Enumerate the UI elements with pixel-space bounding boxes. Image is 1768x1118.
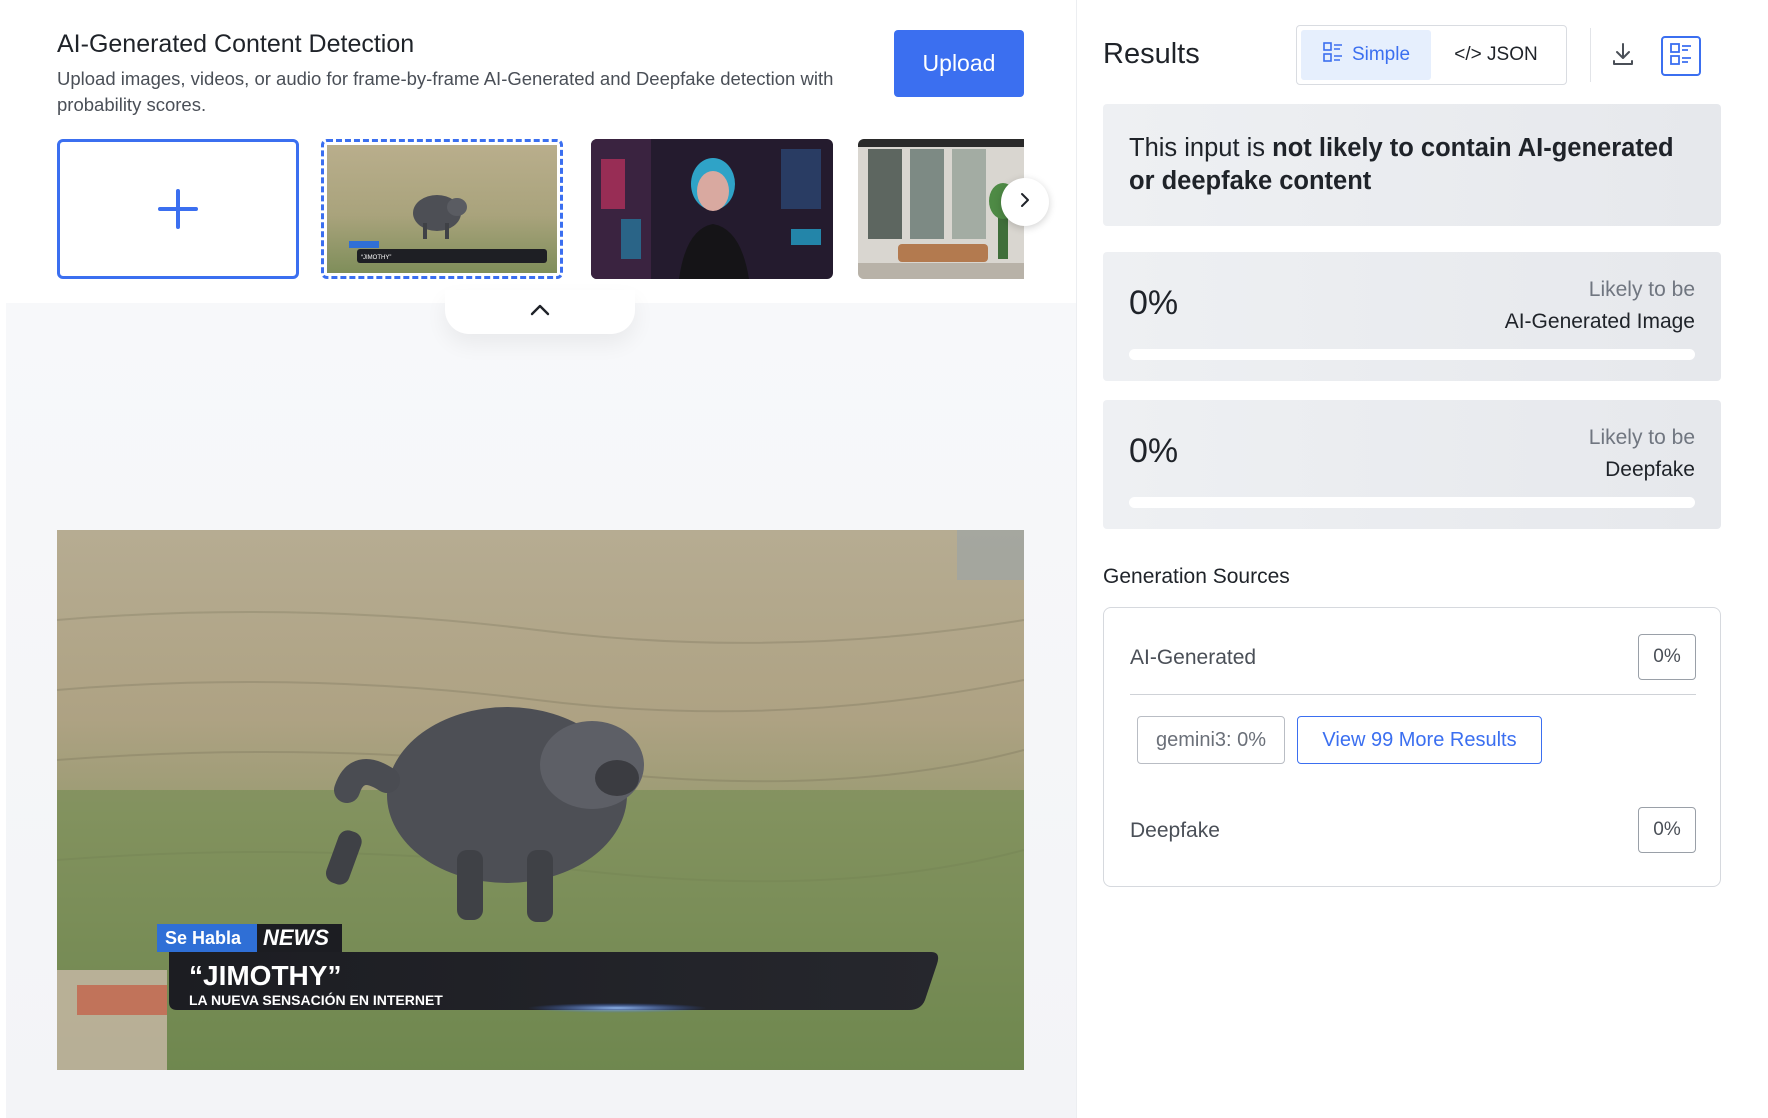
media-preview: Se Habla NEWS “JIMOTHY” LA NUEVA SENSACI… <box>57 530 1024 1070</box>
page-title: AI-Generated Content Detection <box>57 30 415 58</box>
deepfake-label: Deepfake <box>1605 458 1695 481</box>
view-more-results-button[interactable]: View 99 More Results <box>1297 716 1542 764</box>
deepfake-percent: 0% <box>1129 432 1179 470</box>
thumbnail-strip: “JIMOTHY” <box>57 139 1024 279</box>
left-panel: AI-Generated Content Detection Upload im… <box>0 0 1076 1118</box>
plus-icon <box>156 177 200 241</box>
generation-sources-divider <box>1130 694 1696 695</box>
cyberpunk-portrait-thumbnail <box>591 139 833 279</box>
generation-sources-box: AI-Generated 0% gemini3: 0% View 99 More… <box>1103 607 1721 887</box>
upload-button[interactable]: Upload <box>894 30 1024 97</box>
thumbnail-raccoon-selected[interactable]: “JIMOTHY” <box>321 139 563 279</box>
thumbnail-next-button[interactable] <box>1001 178 1049 226</box>
news-brand-left: Se Habla <box>165 928 242 948</box>
generation-sources-title: Generation Sources <box>1103 565 1290 588</box>
view-mode-toggle: Simple </> JSON <box>1296 25 1567 85</box>
chevron-right-icon <box>1016 191 1034 214</box>
ai-generated-percent: 0% <box>1129 284 1179 322</box>
deepfake-source-label: Deepfake <box>1130 819 1220 842</box>
list-layout-icon <box>1322 41 1344 69</box>
thumb-caption: “JIMOTHY” <box>361 255 391 261</box>
app-root: AI-Generated Content Detection Upload im… <box>0 0 1768 1118</box>
news-headline: “JIMOTHY” <box>189 960 341 991</box>
ai-generated-progress-bar <box>1129 349 1695 360</box>
verdict-prefix: This input is <box>1129 134 1273 162</box>
ai-generated-label: AI-Generated Image <box>1504 310 1695 333</box>
deepfake-caption: Likely to be <box>1588 426 1695 449</box>
news-brand-right: NEWS <box>263 925 329 950</box>
simple-view-button[interactable]: Simple <box>1301 30 1431 80</box>
details-view-button[interactable] <box>1661 36 1701 76</box>
ai-generated-label-group: Likely to be AI-Generated Image <box>1505 274 1695 338</box>
ai-generated-caption: Likely to be <box>1588 278 1695 301</box>
panel-divider <box>1076 0 1077 1118</box>
add-media-tile[interactable] <box>57 139 299 279</box>
raccoon-news-frame: Se Habla NEWS “JIMOTHY” LA NUEVA SENSACI… <box>57 530 1024 1070</box>
ai-generated-score-card: 0% Likely to be AI-Generated Image <box>1103 252 1721 381</box>
page-subtitle: Upload images, videos, or audio for fram… <box>57 68 834 115</box>
raccoon-news-thumbnail: “JIMOTHY” <box>327 145 557 273</box>
json-view-button[interactable]: </> JSON <box>1431 30 1561 80</box>
collapse-thumbnails-button[interactable] <box>445 290 635 334</box>
ai-generated-source-percent: 0% <box>1638 634 1696 680</box>
page-header: AI-Generated Content Detection Upload im… <box>57 28 877 118</box>
download-button[interactable] <box>1603 36 1643 76</box>
toolbar-separator <box>1590 28 1591 82</box>
ai-generated-source-label: AI-Generated <box>1130 646 1257 669</box>
deepfake-score-card: 0% Likely to be Deepfake <box>1103 400 1721 529</box>
thumbnail-cyber-woman[interactable] <box>591 139 833 279</box>
results-title: Results <box>1103 38 1200 70</box>
simple-view-label: Simple <box>1351 44 1411 65</box>
deepfake-label-group: Likely to be Deepfake <box>1589 422 1695 486</box>
verdict-card: This input is not likely to contain AI-g… <box>1103 104 1721 226</box>
details-list-icon <box>1668 41 1694 72</box>
news-subline: LA NUEVA SENSACIÓN EN INTERNET <box>189 991 443 1008</box>
interior-room-thumbnail <box>858 139 1024 279</box>
model-result-chip: gemini3: 0% <box>1137 716 1285 764</box>
chevron-up-icon <box>529 303 551 322</box>
deepfake-progress-bar <box>1129 497 1695 508</box>
thumbnail-interior[interactable] <box>858 139 1024 279</box>
deepfake-source-percent: 0% <box>1638 807 1696 853</box>
download-icon <box>1610 41 1636 72</box>
